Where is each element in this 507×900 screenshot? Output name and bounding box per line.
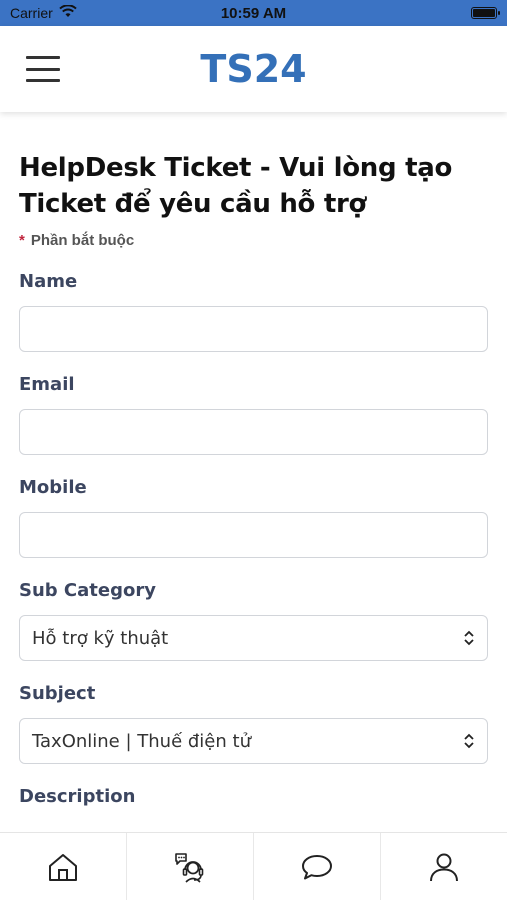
ticket-form: HelpDesk Ticket - Vui lòng tạo Ticket để… <box>0 112 507 832</box>
hamburger-icon-line <box>26 67 60 71</box>
email-label: Email <box>19 374 75 395</box>
select-arrows-icon <box>463 733 475 749</box>
required-asterisk: * <box>19 232 25 249</box>
status-bar: Carrier 10:59 AM <box>0 0 507 26</box>
wifi-icon <box>59 4 77 21</box>
hamburger-icon-line <box>26 56 60 59</box>
home-icon <box>49 853 77 881</box>
chat-bubble-icon <box>302 854 332 879</box>
select-arrows-icon <box>463 630 475 646</box>
hamburger-icon-line <box>26 79 60 82</box>
battery-icon <box>471 7 500 19</box>
name-label: Name <box>19 271 78 292</box>
name-input[interactable] <box>19 306 488 352</box>
subcategory-selected-value: Hỗ trợ kỹ thuật <box>32 627 169 649</box>
subject-select[interactable]: TaxOnline | Thuế điện tử <box>19 718 488 764</box>
tab-support[interactable] <box>127 833 254 900</box>
description-label: Description <box>19 786 136 807</box>
required-note-text: Phần bắt buộc <box>30 232 135 249</box>
support-agent-icon <box>175 852 204 883</box>
subcategory-select[interactable]: Hỗ trợ kỹ thuật <box>19 615 488 661</box>
user-profile-icon <box>430 853 458 881</box>
subcategory-field-group: Sub Category Hỗ trợ kỹ thuật <box>19 580 488 661</box>
subject-field-group: Subject TaxOnline | Thuế điện tử <box>19 683 488 764</box>
tab-profile[interactable] <box>381 833 507 900</box>
tab-home[interactable] <box>0 833 127 900</box>
status-time: 10:59 AM <box>220 4 287 22</box>
carrier-label: Carrier <box>10 5 53 21</box>
app-header: TS24 <box>0 26 507 112</box>
page-title: HelpDesk Ticket - Vui lòng tạo Ticket để… <box>19 153 453 219</box>
mobile-field-group: Mobile <box>19 477 488 558</box>
subject-selected-value: TaxOnline | Thuế điện tử <box>32 730 251 752</box>
hamburger-menu-button[interactable] <box>26 56 60 82</box>
bottom-tab-bar <box>0 832 507 900</box>
app-logo[interactable]: TS24 <box>200 47 306 91</box>
required-note: * Phần bắt buộc <box>19 232 488 249</box>
tab-chat[interactable] <box>254 833 381 900</box>
mobile-input[interactable] <box>19 512 488 558</box>
name-field-group: Name <box>19 271 488 352</box>
status-left: Carrier <box>10 4 77 21</box>
email-field-group: Email <box>19 374 488 455</box>
mobile-label: Mobile <box>19 477 87 498</box>
email-input[interactable] <box>19 409 488 455</box>
subcategory-label: Sub Category <box>19 580 156 601</box>
description-field-group: Description <box>19 786 488 807</box>
subject-label: Subject <box>19 683 96 704</box>
